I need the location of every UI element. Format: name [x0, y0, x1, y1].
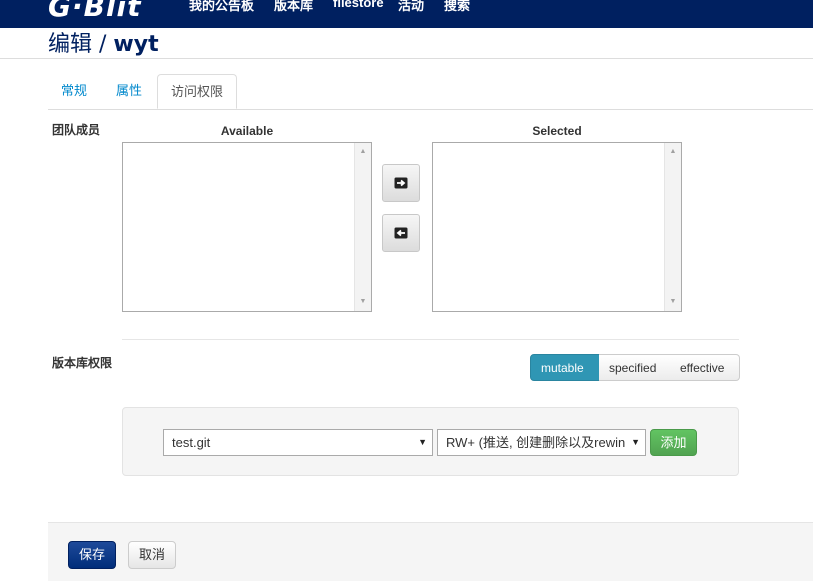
scroll-down-icon[interactable]: ▼	[355, 295, 371, 309]
permission-select[interactable]: RW+ (推送, 创建删除以及rewin ▼	[437, 429, 646, 456]
selected-scrollbar[interactable]: ▲ ▼	[664, 143, 681, 311]
scroll-down-icon[interactable]: ▼	[665, 295, 681, 309]
arrow-right-icon	[394, 177, 408, 189]
move-right-button[interactable]	[382, 164, 420, 202]
section-divider	[122, 339, 739, 340]
nav-link-dashboard[interactable]: 我的公告板	[189, 0, 254, 14]
dropdown-caret-icon: ▼	[418, 437, 427, 447]
move-left-button[interactable]	[382, 214, 420, 252]
available-scrollbar[interactable]: ▲ ▼	[354, 143, 371, 311]
dropdown-caret-icon: ▼	[629, 430, 640, 455]
add-permission-button[interactable]: 添加	[650, 429, 697, 456]
top-navbar: G·Blit 我的公告板 版本库 filestore 活动 搜索	[0, 0, 813, 28]
tab-bar: 常规 属性 访问权限	[48, 74, 813, 110]
nav-link-filestore[interactable]: filestore	[333, 0, 384, 10]
mode-specified-button[interactable]: specified	[599, 354, 671, 381]
mode-effective-button[interactable]: effective	[670, 354, 740, 381]
page-title-name: wyt	[113, 32, 159, 57]
scroll-up-icon[interactable]: ▲	[665, 145, 681, 159]
form-actions: 保存 取消	[48, 522, 813, 581]
repo-permissions-label: 版本库权限	[52, 356, 113, 370]
cancel-button[interactable]: 取消	[128, 541, 176, 569]
nav-link-search[interactable]: 搜索	[444, 0, 470, 14]
nav-link-repositories[interactable]: 版本库	[274, 0, 313, 14]
team-members-label: 团队成员	[52, 123, 101, 137]
scroll-up-icon[interactable]: ▲	[355, 145, 371, 159]
gitblit-logo[interactable]: G·Blit	[48, 0, 142, 23]
repository-select[interactable]: test.git ▼	[163, 429, 433, 456]
permission-select-value: RW+ (推送, 创建删除以及rewin	[446, 435, 626, 450]
page-title-prefix: 编辑 /	[48, 32, 114, 57]
selected-header: Selected	[532, 124, 582, 138]
page-title: 编辑 / wyt	[48, 26, 159, 58]
selected-listbox[interactable]: ▲ ▼	[432, 142, 682, 312]
tab-access-permissions[interactable]: 访问权限	[157, 74, 238, 109]
tab-attributes[interactable]: 属性	[103, 74, 155, 108]
save-button[interactable]: 保存	[68, 541, 116, 569]
available-header: Available	[220, 124, 274, 138]
tab-general[interactable]: 常规	[48, 74, 100, 108]
mode-mutable-button[interactable]: mutable	[530, 354, 600, 381]
arrow-left-icon	[394, 227, 408, 239]
nav-link-activity[interactable]: 活动	[398, 0, 424, 14]
repository-select-value: test.git	[172, 435, 211, 450]
title-bar: 编辑 / wyt	[0, 28, 813, 59]
available-listbox[interactable]: ▲ ▼	[122, 142, 372, 312]
